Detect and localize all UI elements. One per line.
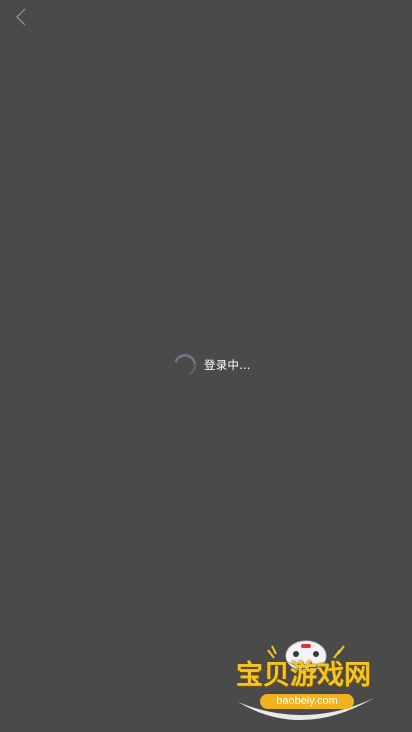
chevron-left-icon [16,8,26,26]
watermark-url: baobeiy.com [260,694,354,709]
back-button[interactable] [8,4,34,30]
loading-text: 登录中... [204,358,251,372]
login-loading-screen: 登录中... 宝贝游戏网 baobeiy.com [0,0,412,732]
spinner-icon [174,354,197,375]
loading-indicator: 登录中... [172,350,251,380]
site-watermark-logo: 宝贝游戏网 baobeiy.com [232,636,382,728]
watermark-title: 宝贝游戏网 [236,660,371,691]
